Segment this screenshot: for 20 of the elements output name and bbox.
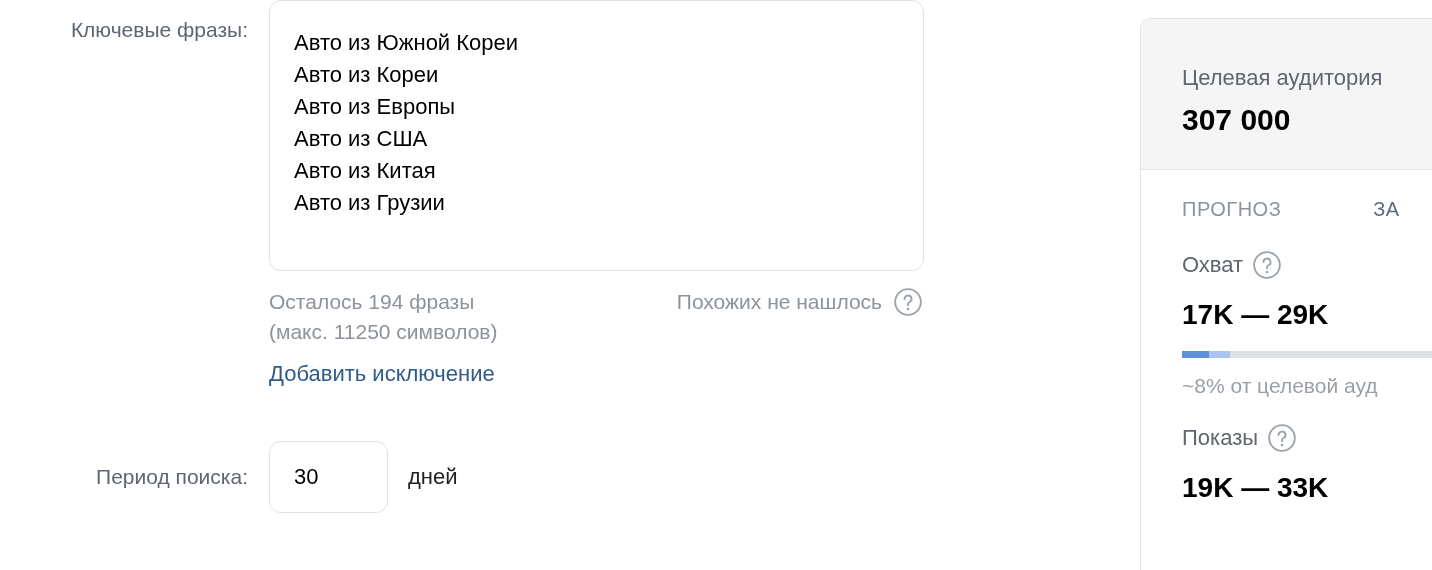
help-icon[interactable] (1253, 251, 1282, 279)
period-toggle[interactable]: ЗА (1373, 198, 1400, 221)
forecast-label: ПРОГНОЗ (1182, 198, 1282, 221)
metric-value: 19K — 33K (1182, 472, 1330, 504)
audience-label: Целевая аудитория (1182, 65, 1384, 91)
add-exclusion-link[interactable]: Добавить исключение (269, 361, 495, 387)
reach-caption: ~8% от целевой ауд (1182, 374, 1379, 398)
audience-value: 307 000 (1182, 103, 1292, 137)
metric-label: Показы (1182, 425, 1259, 451)
remaining-hint: Осталось 194 фразы (макс. 11250 символов) (269, 289, 498, 345)
help-icon[interactable] (894, 288, 922, 316)
help-icon[interactable] (1268, 424, 1297, 452)
period-input[interactable]: 30 (269, 441, 388, 513)
metric-label: Охват (1182, 252, 1244, 278)
field-label: Ключевые фразы: (69, 17, 248, 42)
unit-label: дней (408, 464, 458, 490)
metric-value: 17K — 29K (1182, 299, 1330, 331)
field-label: Период поиска: (95, 465, 248, 489)
keywords-field[interactable]: Авто из Южной Кореи Авто из Кореи Авто из Европы Авто из США Авто из Китая Авто из Грузии (269, 0, 924, 271)
similar-hint: Похожих не нашлось (676, 289, 882, 315)
